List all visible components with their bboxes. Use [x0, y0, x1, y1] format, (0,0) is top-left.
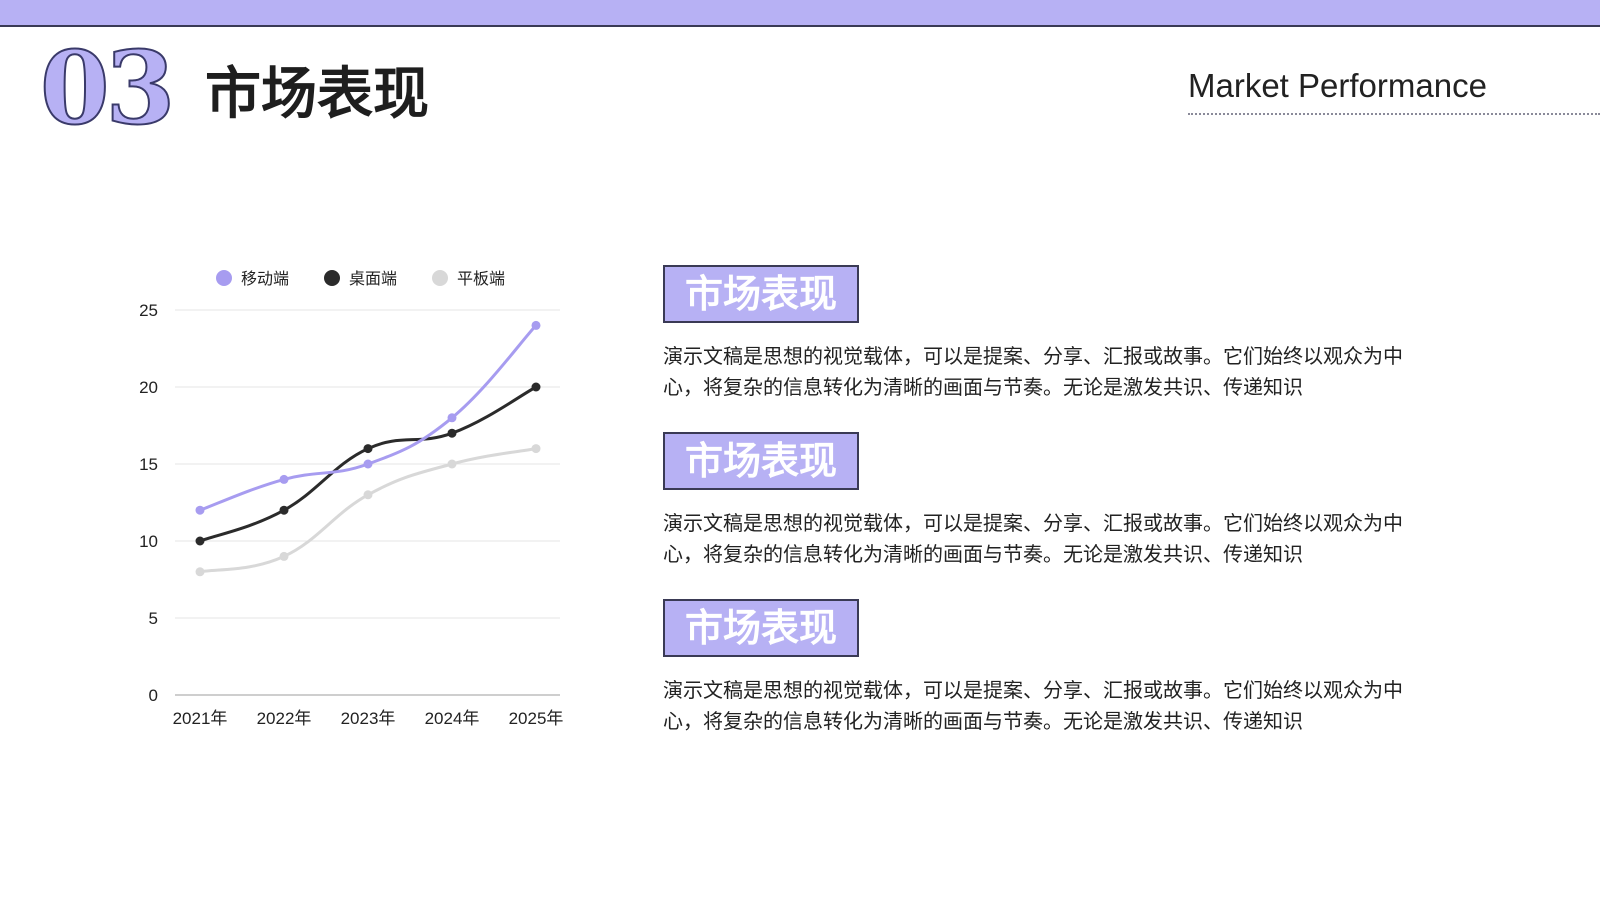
chart-series [195, 320, 541, 577]
x-axis: 2021年 2022年 2023年 2024年 2025年 [173, 709, 564, 728]
y-tick-label: 0 [149, 686, 158, 705]
data-point [447, 413, 457, 423]
data-point [363, 490, 373, 500]
x-tick-label: 2025年 [509, 709, 564, 728]
legend-label: 移动端 [241, 269, 289, 288]
data-point [279, 505, 289, 515]
y-axis: 0 5 10 15 20 25 [139, 301, 158, 705]
legend-label: 平板端 [457, 269, 505, 288]
block-text: 演示文稿是思想的视觉载体，可以是提案、分享、汇报或故事。它们始终以观众为中心，将… [663, 511, 1403, 566]
y-tick-label: 10 [139, 532, 158, 551]
block-text: 演示文稿是思想的视觉载体，可以是提案、分享、汇报或故事。它们始终以观众为中心，将… [663, 678, 1403, 733]
x-tick-label: 2024年 [425, 709, 480, 728]
y-tick-label: 20 [139, 378, 158, 397]
block-title: 市场表现 [663, 265, 859, 323]
data-point [279, 551, 289, 561]
y-tick-label: 15 [139, 455, 158, 474]
data-point [447, 428, 457, 438]
subtitle-dotted-rule [1188, 113, 1600, 115]
legend-marker [216, 270, 232, 286]
text-block-3: 市场表现 演示文稿是思想的视觉载体，可以是提案、分享、汇报或故事。它们始终以观众… [663, 599, 1463, 737]
y-tick-label: 5 [149, 609, 158, 628]
block-text: 演示文稿是思想的视觉载体，可以是提案、分享、汇报或故事。它们始终以观众为中心，将… [663, 344, 1403, 399]
top-accent-bar [0, 0, 1600, 27]
x-tick-label: 2023年 [341, 709, 396, 728]
page-title: 市场表现 [205, 62, 429, 127]
data-point [195, 567, 205, 577]
data-point [363, 444, 373, 454]
block-title: 市场表现 [663, 599, 859, 657]
x-tick-label: 2022年 [257, 709, 312, 728]
chart-legend: 移动端 桌面端 平板端 [216, 269, 505, 288]
data-point [363, 459, 373, 469]
data-point [531, 382, 541, 392]
line-chart: 移动端 桌面端 平板端 0 5 10 15 20 25 2021年 2022年 2023年 2024… [139, 269, 564, 728]
text-block-1: 市场表现 演示文稿是思想的视觉载体，可以是提案、分享、汇报或故事。它们始终以观众… [663, 265, 1463, 403]
y-tick-label: 25 [139, 301, 158, 320]
data-point [531, 320, 541, 330]
legend-marker [432, 270, 448, 286]
block-title: 市场表现 [663, 432, 859, 490]
data-point [195, 505, 205, 515]
section-number: 03 [39, 28, 176, 148]
page-subtitle: Market Performance [1188, 67, 1487, 104]
data-point [531, 444, 541, 454]
legend-label: 桌面端 [349, 269, 397, 288]
x-tick-label: 2021年 [173, 709, 228, 728]
data-point [195, 536, 205, 546]
data-point [447, 459, 457, 469]
text-block-2: 市场表现 演示文稿是思想的视觉载体，可以是提案、分享、汇报或故事。它们始终以观众… [663, 432, 1463, 570]
data-point [279, 474, 289, 484]
legend-marker [324, 270, 340, 286]
